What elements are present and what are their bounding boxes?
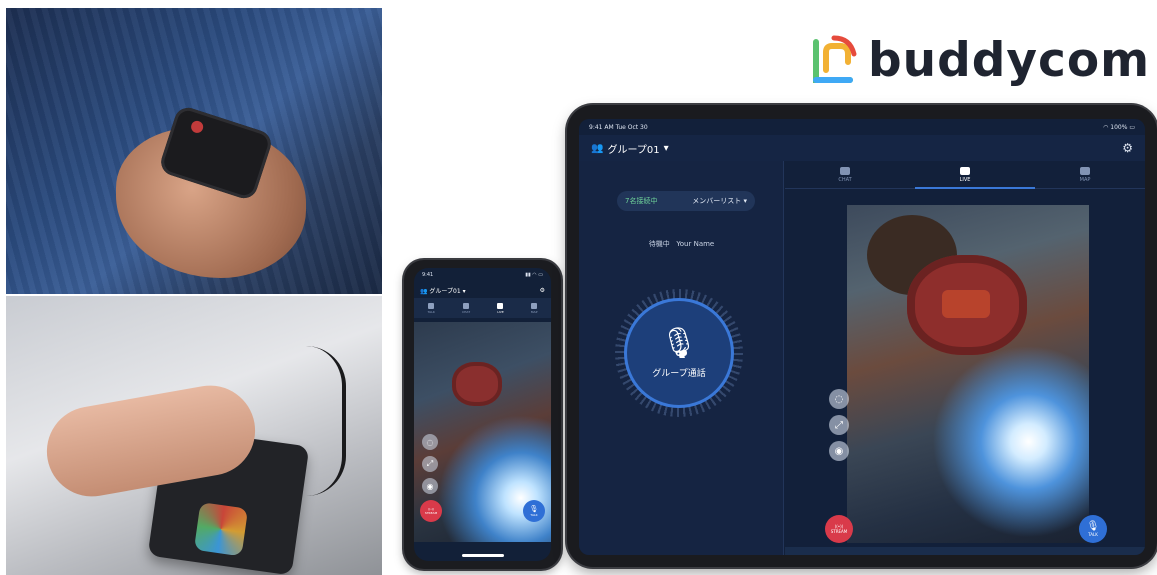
tablet-tab-label: MAP [1079,176,1091,183]
phone-talk-label: TALK [530,513,538,517]
eye-icon[interactable]: ◉ [829,441,849,461]
member-list-selector[interactable]: 7名接続中 メンバーリスト ▾ [617,191,755,211]
phone-tab-label: MAP [530,309,538,314]
tablet-screen: 9:41 AM Tue Oct 30 ◠ 100% ▭ 👥 グループ01 ▾ ⚙… [579,119,1145,555]
live-panel: CHAT LIVE MAP ◌ ⤢ ◉ ((•)) STREAM 🎙 TALK [785,161,1145,555]
tablet-tab-chat[interactable]: CHAT [795,166,895,183]
waiting-label: 待機中 [648,240,670,248]
waiting-status: 待機中 Your Name [579,239,784,249]
tablet-stream-label: STREAM [830,529,848,534]
phone-status-bar: 9:41 ▮▮ ◠ ▭ [414,268,551,282]
tablet-tab-label: LIVE [959,176,971,183]
chevron-down-icon: ▾ [663,142,669,154]
photo-worker-device [6,296,382,575]
brand-name: buddycom [868,32,1151,88]
phone-stream-button[interactable]: ((•)) STREAM [420,500,442,522]
device-logo-screen [193,502,249,557]
tablet-tab-live[interactable]: LIVE [915,166,1015,183]
chat-icon [463,302,470,309]
battery-icon: ▭ [1129,123,1135,131]
phone-tab-label: TALK [427,309,435,314]
pin-icon [1080,166,1090,175]
phone-tab-chat[interactable]: CHAT [462,302,471,314]
helmet-visor-image [942,290,990,318]
tablet-group-selector[interactable]: 👥 グループ01 ▾ [591,141,669,156]
tablet-frame: 9:41 AM Tue Oct 30 ◠ 100% ▭ 👥 グループ01 ▾ ⚙… [567,105,1157,567]
flashlight-icon[interactable]: ◌ [422,434,438,450]
mic-icon [428,302,435,309]
tablet-battery: ◠ 100% ▭ [1103,124,1135,131]
promo-stage: buddycom 9:41 ▮▮ ◠ ▭ 👥 グループ01 ▾ ⚙ TALK C… [0,0,1157,575]
tablet-status-time: 9:41 AM Tue Oct 30 [589,123,648,131]
tablet-tab-map[interactable]: MAP [1035,166,1135,183]
talk-panel: 7名接続中 メンバーリスト ▾ 待機中 Your Name 🎙 グループ通話 [579,161,784,555]
phone-talk-button[interactable]: 🎙 TALK [523,500,545,522]
buddycom-logo: buddycom [810,28,1150,92]
expand-icon[interactable]: ⤢ [422,456,438,472]
photo-worker-radio [6,8,382,294]
device-red-knob [189,119,205,135]
tablet-tab-bar: CHAT LIVE MAP [785,161,1145,189]
phone-tab-live[interactable]: LIVE [497,302,504,314]
active-tab-indicator [915,187,1035,189]
smartphone-frame: 9:41 ▮▮ ◠ ▭ 👥 グループ01 ▾ ⚙ TALK CHAT LIVE … [404,260,561,569]
gear-icon[interactable]: ⚙ [1122,141,1133,155]
phone-signal-icon: ▮▮ ◠ ▭ [525,272,543,278]
tablet-talk-button[interactable]: 🎙 TALK [1079,515,1107,543]
device-cable [306,346,346,496]
chat-icon [840,166,850,175]
phone-tab-bar: TALK CHAT LIVE MAP [414,298,551,318]
phone-stream-label: STREAM [424,511,438,515]
phone-tab-talk[interactable]: TALK [427,302,435,314]
phone-header: 👥 グループ01 ▾ ⚙ [414,282,551,298]
phone-group-selector[interactable]: 👥 グループ01 ▾ [420,286,466,295]
welding-helmet-image [452,362,502,406]
tablet-header: 👥 グループ01 ▾ ⚙ [579,135,1145,161]
tablet-stream-button[interactable]: ((•)) STREAM [825,515,853,543]
mic-icon: 🎙 [529,505,539,513]
pin-icon [531,302,538,309]
buddycom-logo-icon [813,35,857,83]
wifi-icon: ◠ [1103,123,1109,131]
group-call-button[interactable]: 🎙 グループ通話 [627,301,731,405]
people-icon: 👥 [591,142,604,154]
phone-tab-label: CHAT [462,309,471,314]
tablet-battery-level: 100% [1110,123,1128,131]
online-count: 7名接続中 [625,197,658,205]
mic-level-ring: 🎙 グループ通話 [615,289,743,417]
chevron-down-icon: ▾ [743,197,747,205]
phone-tab-label: LIVE [497,309,504,314]
tablet-group-name: グループ01 [607,144,660,156]
tablet-bottom-bar [785,547,1145,555]
video-icon [960,166,970,175]
phone-screen: 9:41 ▮▮ ◠ ▭ 👥 グループ01 ▾ ⚙ TALK CHAT LIVE … [414,268,551,561]
tablet-talk-label: TALK [1088,532,1098,537]
member-list-label: メンバーリスト ▾ [692,196,747,206]
tablet-status-bar: 9:41 AM Tue Oct 30 ◠ 100% ▭ [579,119,1145,135]
mic-icon: 🎙 [659,325,699,361]
tablet-tab-label: CHAT [838,176,852,183]
mic-icon: 🎙 [1086,521,1100,532]
people-icon: 👥 [420,287,428,295]
chevron-down-icon: ▾ [462,287,466,295]
home-indicator[interactable] [462,554,504,557]
phone-tab-map[interactable]: MAP [530,302,538,314]
tablet-live-video [847,205,1089,543]
eye-icon[interactable]: ◉ [422,478,438,494]
gear-icon[interactable]: ⚙ [540,287,545,294]
phone-live-video: ◌ ⤢ ◉ ((•)) STREAM 🎙 TALK [414,322,551,542]
expand-icon[interactable]: ⤢ [829,415,849,435]
user-name: Your Name [676,240,715,248]
flashlight-icon[interactable]: ◌ [829,389,849,409]
group-call-label: グループ通話 [652,368,706,379]
phone-status-time: 9:41 [422,272,434,278]
video-icon [497,302,504,309]
member-list-text: メンバーリスト [692,197,742,205]
phone-group-name: グループ01 [429,287,461,295]
